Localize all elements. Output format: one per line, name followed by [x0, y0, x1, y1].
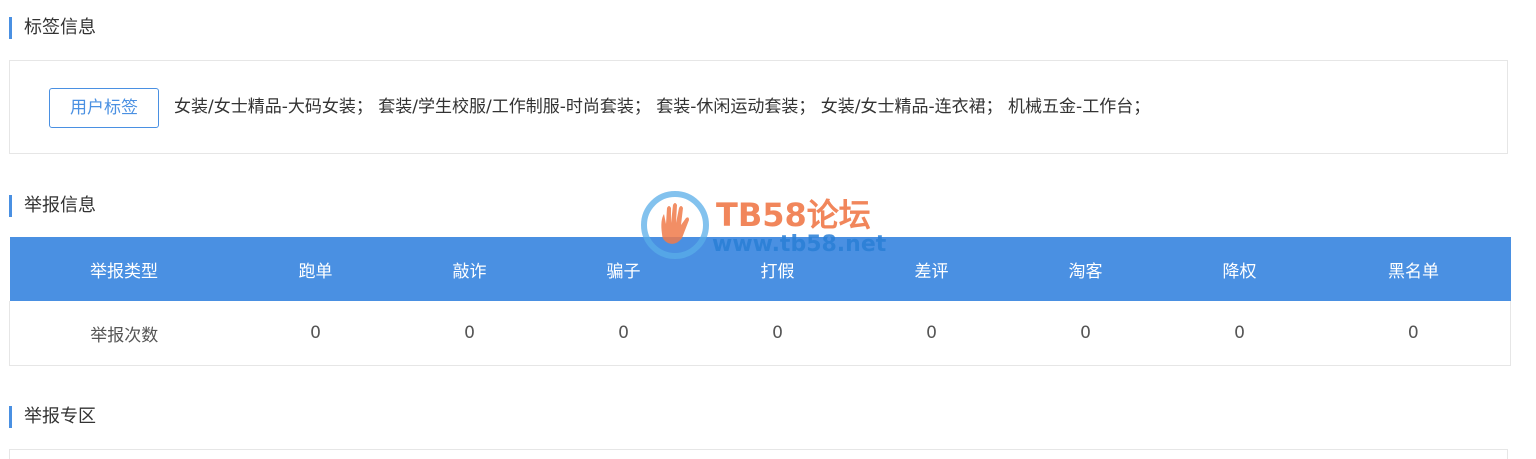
section-title-zone: 举报专区	[9, 406, 96, 428]
header-cell-taoke: 淘客	[1008, 237, 1163, 301]
header-cell-scam: 骗子	[546, 237, 701, 301]
user-tags-button[interactable]: 用户标签	[49, 88, 159, 128]
count-run: 0	[238, 301, 393, 366]
header-cell-type: 举报类型	[9, 237, 239, 301]
count-scam: 0	[546, 301, 701, 366]
count-blacklist: 0	[1316, 301, 1511, 366]
section-title-report: 举报信息	[9, 195, 96, 217]
header-cell-blacklist: 黑名单	[1316, 237, 1511, 301]
header-cell-extortion: 敲诈	[392, 237, 547, 301]
report-table-header: 举报类型 跑单 敲诈 骗子 打假 差评 淘客 降权 黑名单	[9, 237, 1511, 301]
count-downgrade: 0	[1162, 301, 1317, 366]
report-table: 举报类型 跑单 敲诈 骗子 打假 差评 淘客 降权 黑名单 举报次数 0 0 0…	[9, 237, 1511, 366]
section-title-tags: 标签信息	[9, 17, 96, 39]
count-bad-review: 0	[854, 301, 1009, 366]
header-cell-bad-review: 差评	[854, 237, 1009, 301]
header-cell-downgrade: 降权	[1162, 237, 1317, 301]
user-tags-text: 女装/女士精品-大码女装； 套装/学生校服/工作制服-时尚套装； 套装-休闲运动…	[174, 97, 1151, 117]
watermark-title: TB58论坛	[716, 196, 871, 234]
count-extortion: 0	[392, 301, 547, 366]
count-taoke: 0	[1008, 301, 1163, 366]
table-row: 举报次数 0 0 0 0 0 0 0 0	[9, 301, 1511, 366]
count-anti-fake: 0	[700, 301, 855, 366]
tags-panel: 用户标签 女装/女士精品-大码女装； 套装/学生校服/工作制服-时尚套装； 套装…	[9, 60, 1508, 154]
report-zone-panel	[9, 449, 1508, 459]
row-label: 举报次数	[9, 301, 239, 366]
header-cell-run: 跑单	[238, 237, 393, 301]
header-cell-anti-fake: 打假	[700, 237, 855, 301]
